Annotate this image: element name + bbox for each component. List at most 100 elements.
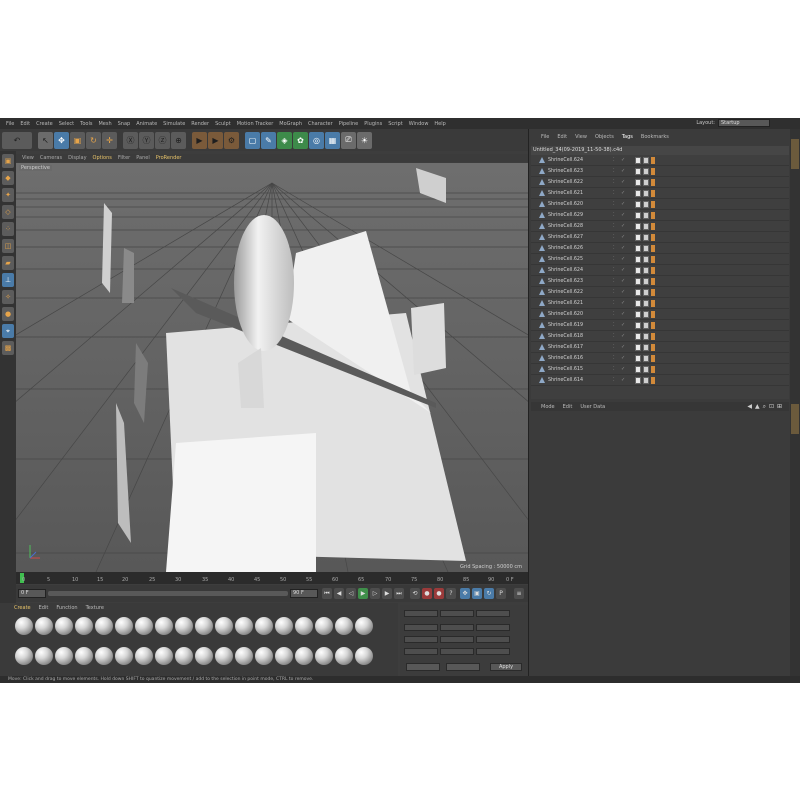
floor-icon[interactable]: ▦ [325,131,340,149]
texture-tag-icon[interactable] [643,288,649,296]
new-window-icon[interactable]: ⊞ [777,403,782,411]
next-key-icon[interactable]: ▶ [382,588,392,599]
material-tag-icon[interactable] [635,332,641,340]
protection-tag-icon[interactable] [651,332,655,340]
material-swatch[interactable] [335,617,353,635]
material-swatch[interactable] [95,617,113,635]
object-row[interactable]: ShrineCell.620 ⁚ ✓ [531,199,789,210]
object-row[interactable]: ShrineCell.615 ⁚ ✓ [531,364,789,375]
coord-field[interactable] [404,635,438,643]
material-swatch[interactable] [35,617,53,635]
objects-side-tab[interactable] [791,139,799,169]
material-swatch[interactable] [75,617,93,635]
position-key-icon[interactable]: ✥ [460,588,470,599]
menu-script[interactable]: Script [385,121,406,127]
enabled-check-icon[interactable]: ✓ [621,190,629,196]
pen-spline-icon[interactable]: ✎ [261,131,276,149]
start-frame-field[interactable]: 0 F [18,589,46,598]
scale-tool-icon[interactable]: ▣ [70,131,85,149]
enabled-check-icon[interactable]: ✓ [621,344,629,350]
visibility-dots-icon[interactable]: ⁚ [613,366,621,372]
menu-animate[interactable]: Animate [133,121,160,127]
enabled-check-icon[interactable]: ✓ [621,333,629,339]
texture-tag-icon[interactable] [643,266,649,274]
protection-tag-icon[interactable] [651,288,655,296]
objects-menu-view[interactable]: View [575,134,587,140]
attr-menu-edit[interactable]: Edit [563,404,573,410]
material-tag-icon[interactable] [635,321,641,329]
material-swatch[interactable] [315,647,333,665]
material-swatch[interactable] [295,647,313,665]
coordinate-system-icon[interactable]: ⊕ [171,131,186,149]
scene-root-item[interactable]: Untitled_34(09-2019_11-50-38).c4d [531,146,789,155]
go-to-start-icon[interactable]: ⏮ [322,588,332,599]
object-row[interactable]: ShrineCell.629 ⁚ ✓ [531,210,789,221]
texture-tag-icon[interactable] [643,343,649,351]
visibility-dots-icon[interactable]: ⁚ [613,377,621,383]
material-swatch[interactable] [275,647,293,665]
viewport-menu-filter[interactable]: Filter [118,155,130,161]
rotation-key-icon[interactable]: ↻ [484,588,494,599]
z-axis-icon[interactable]: Ⓩ [155,131,170,149]
up-arrow-icon[interactable]: ▲ [755,403,760,411]
snap-icon[interactable]: ⌖ [2,324,14,338]
object-name[interactable]: ShrineCell.623 [545,279,613,284]
object-row[interactable]: ShrineCell.624 ⁚ ✓ [531,265,789,276]
tweak-mode-icon[interactable]: ✧ [2,290,14,304]
object-name[interactable]: ShrineCell.614 [545,378,613,383]
material-tag-icon[interactable] [635,244,641,252]
undo-icon[interactable]: ↶ [2,131,32,149]
enabled-check-icon[interactable]: ✓ [621,245,629,251]
texture-tag-icon[interactable] [643,376,649,384]
menu-file[interactable]: File [3,121,17,127]
parameter-key-icon[interactable]: P [496,588,506,599]
material-swatch[interactable] [115,647,133,665]
menu-tools[interactable]: Tools [77,121,95,127]
move-tool-icon[interactable]: ✥ [54,131,69,149]
menu-mesh[interactable]: Mesh [95,121,114,127]
texture-tag-icon[interactable] [643,178,649,186]
object-name[interactable]: ShrineCell.622 [545,180,613,185]
objects-menu-bookmarks[interactable]: Bookmarks [641,134,669,140]
viewport-solo-icon[interactable]: ● [2,307,14,321]
menu-simulate[interactable]: Simulate [160,121,188,127]
visibility-dots-icon[interactable]: ⁚ [613,355,621,361]
objects-menu-objects[interactable]: Objects [595,134,614,140]
coord-field[interactable] [404,623,438,631]
object-row[interactable]: ShrineCell.614 ⁚ ✓ [531,375,789,386]
x-axis-icon[interactable]: Ⓧ [123,131,138,149]
material-tag-icon[interactable] [635,376,641,384]
edges-mode-icon[interactable]: ◫ [2,239,14,253]
material-tag-icon[interactable] [635,255,641,263]
visibility-dots-icon[interactable]: ⁚ [613,311,621,317]
loop-icon[interactable]: ⟲ [410,588,420,599]
texture-tag-icon[interactable] [643,244,649,252]
material-swatch[interactable] [215,617,233,635]
material-swatch[interactable] [255,647,273,665]
enabled-check-icon[interactable]: ✓ [621,212,629,218]
menu-select[interactable]: Select [56,121,77,127]
object-name[interactable]: ShrineCell.621 [545,301,613,306]
material-swatch[interactable] [355,617,373,635]
coord-field[interactable] [476,635,510,643]
coord-field[interactable] [440,623,474,631]
material-tag-icon[interactable] [635,233,641,241]
material-swatch[interactable] [195,617,213,635]
enabled-check-icon[interactable]: ✓ [621,289,629,295]
end-frame-field[interactable]: 90 F [290,589,318,598]
material-swatch[interactable] [275,617,293,635]
object-name[interactable]: ShrineCell.626 [545,246,613,251]
objects-menu-file[interactable]: File [541,134,549,140]
visibility-dots-icon[interactable]: ⁚ [613,300,621,306]
material-swatch[interactable] [235,617,253,635]
material-tag-icon[interactable] [635,167,641,175]
material-swatch[interactable] [115,617,133,635]
enabled-check-icon[interactable]: ✓ [621,355,629,361]
protection-tag-icon[interactable] [651,343,655,351]
back-arrow-icon[interactable]: ◀ [747,403,752,411]
visibility-dots-icon[interactable]: ⁚ [613,289,621,295]
y-axis-icon[interactable]: Ⓨ [139,131,154,149]
texture-tag-icon[interactable] [643,310,649,318]
object-row[interactable]: ShrineCell.622 ⁚ ✓ [531,177,789,188]
material-swatch[interactable] [155,647,173,665]
